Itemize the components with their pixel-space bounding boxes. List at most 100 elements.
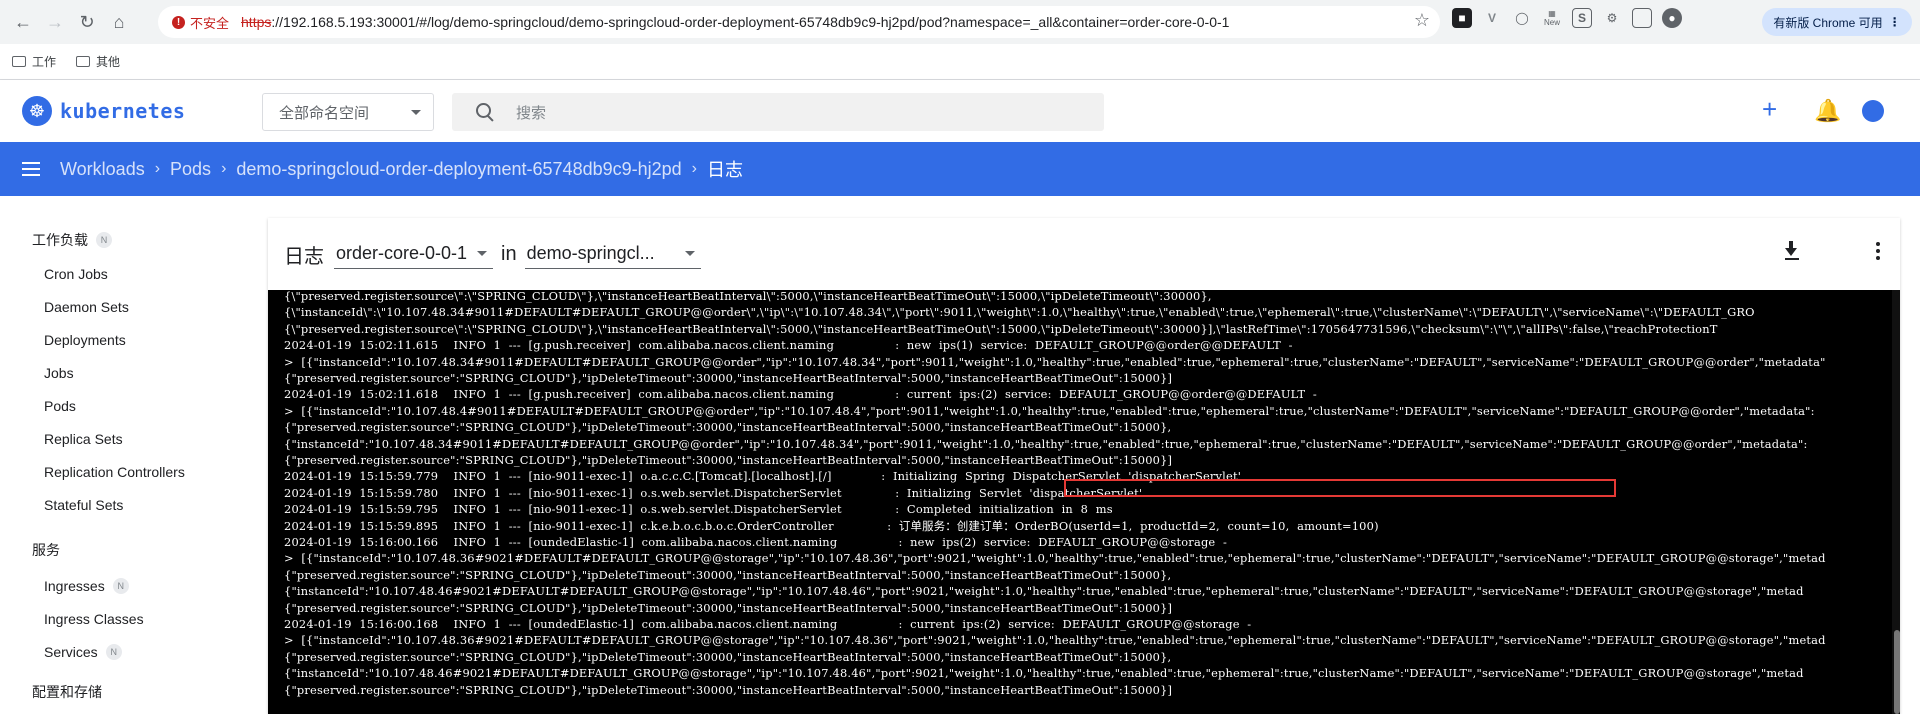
bell-icon[interactable]: 🔔 [1814,98,1841,124]
insecure-label: 不安全 [190,15,230,31]
log-line: {"preserved.register.source":"SPRING_CLO… [284,568,1172,582]
sidebar-item-cron-jobs[interactable]: Cron Jobs [44,266,108,282]
log-line: {\"instanceId\":\"10.107.48.34#9011#DEFA… [284,305,1755,319]
sidebar-section-workloads[interactable]: 工作负载 N [32,230,112,250]
sidebar-section-services[interactable]: 服务 [32,540,60,560]
log-output[interactable]: {"preserved.register.source":"SPRING_CLO… [268,290,1900,714]
sidebar-item-label: Ingresses [44,578,105,594]
chevron-down-icon [684,251,695,256]
more-vert-icon[interactable] [1866,240,1890,262]
chevron-down-icon [477,251,488,256]
chrome-update-button[interactable]: 有新版 Chrome 可用 ⋮ [1762,8,1912,36]
app-header: ☸ kubernetes 全部命名空间 搜索 + 🔔 [0,80,1920,142]
bookmark-label: 工作 [32,55,57,69]
browser-toolbar: ← → ↻ ⌂ ! 不安全 https ://192.168.5.193:300… [0,0,1920,44]
namespace-selector[interactable]: 全部命名空间 [262,93,434,131]
profile-icon[interactable]: ● [1662,8,1682,28]
scrollbar-thumb[interactable] [1894,630,1900,714]
log-line: 2024-01-19 15:16:00.166 INFO 1 --- [ound… [284,535,1228,549]
kebab-menu-icon: ⋮ [1888,15,1901,29]
bookmark-star-icon[interactable]: ☆ [1414,10,1430,31]
pod-select[interactable]: demo-springcl... [524,239,701,269]
chevron-right-icon: › [154,160,161,177]
log-line: 2024-01-19 15:02:11.615 INFO 1 --- [g.pu… [284,338,1293,352]
folder-icon [12,56,26,67]
new-badge: N [112,578,129,594]
log-header: 日志 order-core-0-0-1 in demo-springcl... [268,218,1900,290]
chevron-right-icon: › [221,160,227,177]
sidebar-item-label: Services [44,644,98,660]
breadcrumb: Workloads › Pods › demo-springcloud-orde… [60,156,743,182]
log-line: 2024-01-19 15:15:59.895 INFO 1 --- [nio-… [284,519,1379,533]
back-arrow-icon[interactable]: ← [8,7,38,37]
forward-arrow-icon[interactable]: → [40,7,70,37]
add-icon[interactable]: + [1762,94,1777,125]
log-line: {"preserved.register.source":"SPRING_CLO… [284,650,1172,664]
breadcrumb-workloads[interactable]: Workloads [60,159,145,180]
in-label: in [501,242,517,265]
sidebar-item-ingress-classes[interactable]: Ingress Classes [44,611,144,627]
log-line: > [{"instanceId":"10.107.48.4#9011#DEFAU… [284,404,1815,418]
breadcrumb-toolbar: Workloads › Pods › demo-springcloud-orde… [0,142,1920,196]
scrollbar[interactable] [1892,290,1900,714]
log-viewer-card: 日志 order-core-0-0-1 in demo-springcl... … [268,218,1900,714]
breadcrumb-logs: 日志 [707,160,743,180]
sidebar-item-jobs[interactable]: Jobs [44,365,74,381]
section-label: 工作负载 [32,232,88,248]
bookmarks-bar: 工作 其他 [0,44,1920,80]
new-badge: N [105,644,122,660]
home-icon[interactable]: ⌂ [104,7,134,37]
extension-new-icon[interactable]: ▦ New [1542,8,1562,28]
security-indicator[interactable]: ! 不安全 [166,10,235,34]
sidebar-section-config-storage[interactable]: 配置和存储 [32,682,102,702]
download-icon-base [1785,258,1799,260]
log-line: {"preserved.register.source":"SPRING_CLO… [284,601,1173,615]
extension-dark-icon[interactable]: ■ [1452,8,1472,28]
sidebar-item-replica-sets[interactable]: Replica Sets [44,431,123,447]
extension-circle-icon[interactable]: ◯ [1512,8,1532,28]
logo-text: kubernetes [60,99,186,123]
extension-icons: ■ V ◯ ▦ New S ⚙ ● [1452,8,1682,28]
sidebar-item-replication-controllers[interactable]: Replication Controllers [44,464,185,480]
log-line: {"preserved.register.source":"SPRING_CLO… [284,453,1173,467]
sidebar-item-ingresses[interactable]: Ingresses N [44,578,129,594]
namespace-value: 全部命名空间 [279,104,370,122]
breadcrumb-pods[interactable]: Pods [170,159,211,180]
extension-v-icon[interactable]: V [1482,8,1502,28]
bookmark-folder-other[interactable]: 其他 [76,53,120,70]
sidebar: 工作负载 N Cron Jobs Daemon Sets Deployments… [0,196,268,714]
log-line: > [{"instanceId":"10.107.48.34#9011#DEFA… [284,355,1826,369]
sidebar-item-daemon-sets[interactable]: Daemon Sets [44,299,129,315]
menu-icon[interactable] [22,162,40,176]
highlight-box [1064,479,1616,497]
container-select[interactable]: order-core-0-0-1 [334,239,494,269]
kubernetes-logo[interactable]: ☸ kubernetes [22,96,185,126]
search-input[interactable]: 搜索 [452,93,1104,131]
log-line: 2024-01-19 15:15:59.780 INFO 1 --- [nio-… [284,486,1143,500]
log-line: {"preserved.register.source":"SPRING_CLO… [284,420,1172,434]
log-line: {"instanceId":"10.107.48.46#9021#DEFAULT… [284,666,1804,680]
breadcrumb-pod-name[interactable]: demo-springcloud-order-deployment-65748d… [236,159,681,180]
helm-wheel-icon: ☸ [22,96,52,126]
container-value: order-core-0-0-1 [336,243,468,263]
log-line: {\"preserved.register.source\":\"SPRING_… [284,322,1718,336]
log-line: > [{"instanceId":"10.107.48.36#9021#DEFA… [284,551,1826,565]
address-bar[interactable]: ! 不安全 https ://192.168.5.193:30001/#/log… [158,6,1440,38]
extensions-puzzle-icon[interactable]: ⚙ [1602,8,1622,28]
pod-value: demo-springcl... [526,243,655,263]
sidebar-item-stateful-sets[interactable]: Stateful Sets [44,497,123,513]
chevron-right-icon: › [691,160,697,177]
sidebar-item-services[interactable]: Services N [44,644,122,660]
bookmark-folder-work[interactable]: 工作 [12,53,56,70]
log-line: 2024-01-19 15:02:11.618 INFO 1 --- [g.pu… [284,387,1317,401]
url-text: ://192.168.5.193:30001/#/log/demo-spring… [271,14,1230,30]
sidebar-item-pods[interactable]: Pods [44,398,76,414]
side-panel-icon[interactable] [1632,8,1652,28]
extension-s-icon[interactable]: S [1572,8,1592,28]
sidebar-item-deployments[interactable]: Deployments [44,332,126,348]
log-line: {"preserved.register.source":"SPRING_CLO… [284,371,1173,385]
account-icon[interactable] [1862,100,1884,122]
reload-icon[interactable]: ↻ [72,7,102,37]
log-line: {\"preserved.register.source\":\"SPRING_… [284,290,1212,303]
new-badge: N [96,232,112,248]
